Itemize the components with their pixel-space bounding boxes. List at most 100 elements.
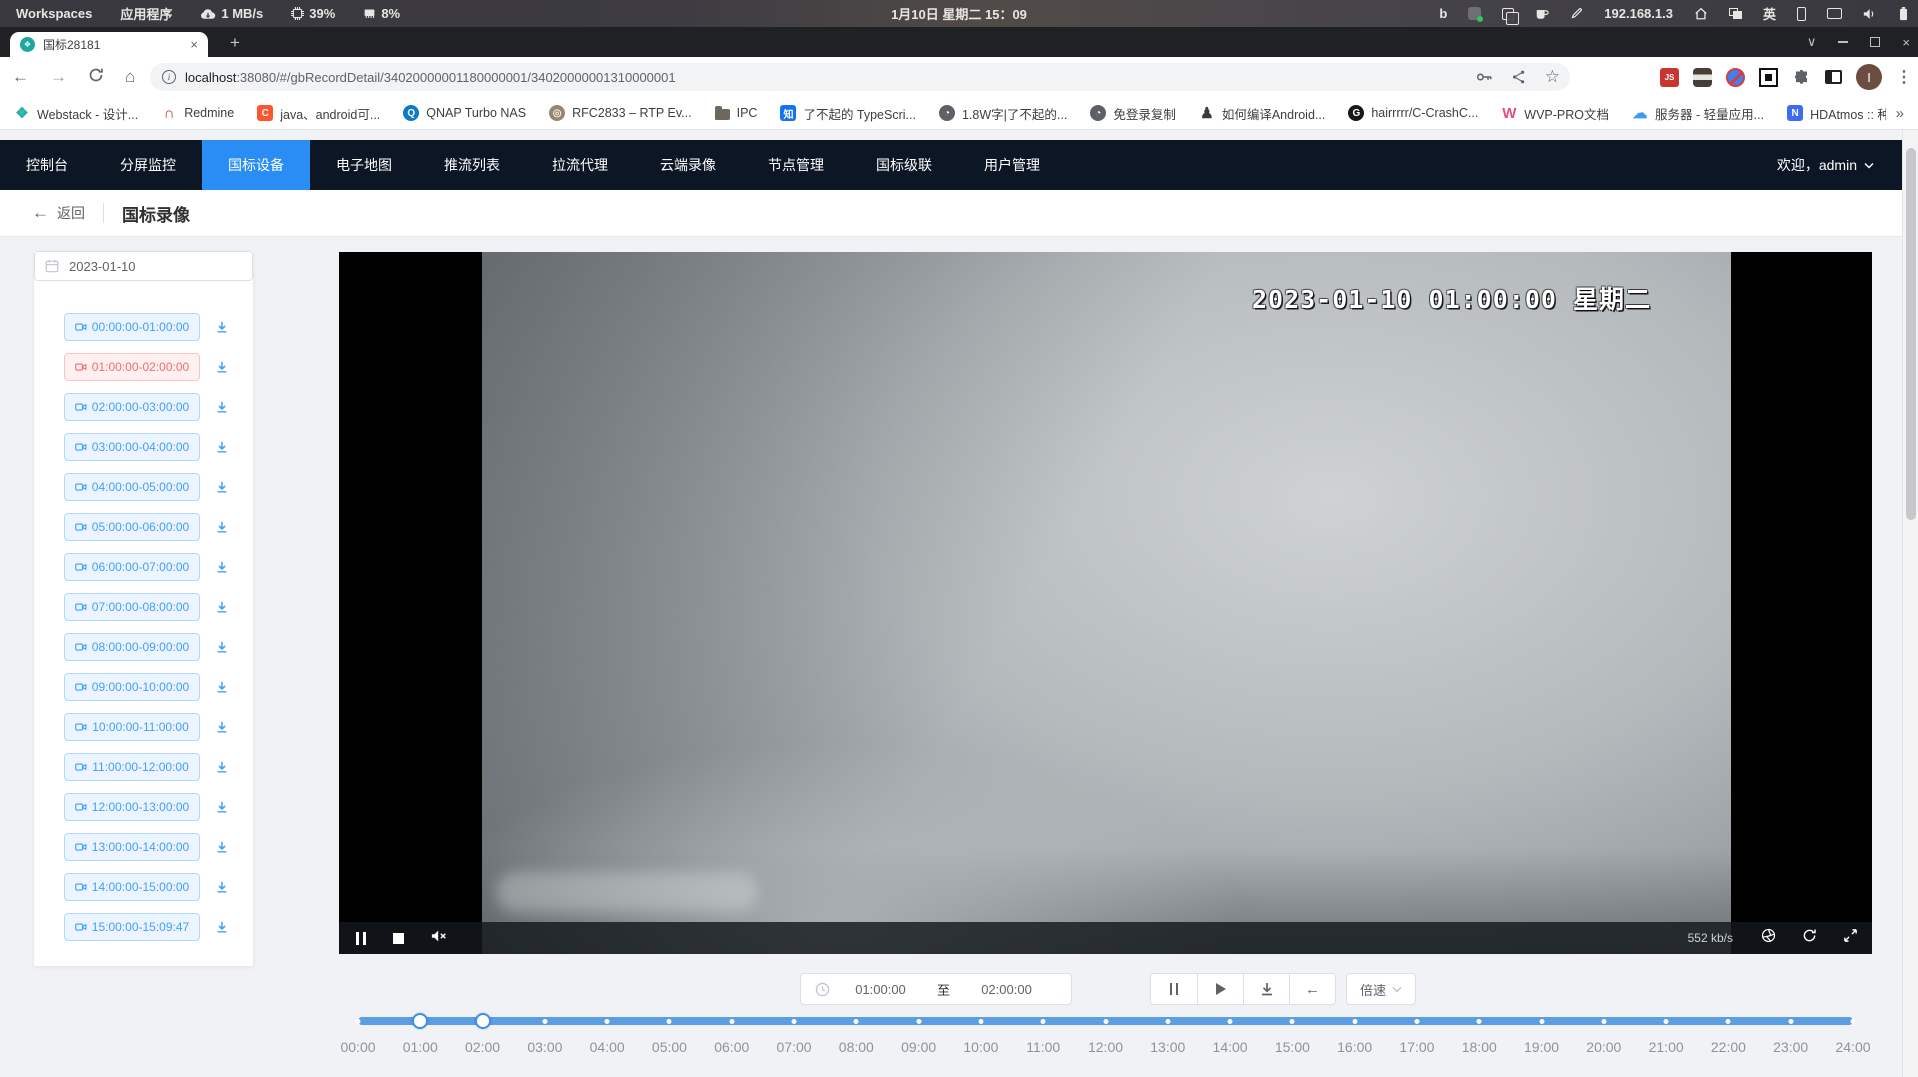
back-button[interactable]: ← 返回 [32,203,85,223]
bookmark-item[interactable]: ☁服务器 - 轻量应用... [1632,104,1764,123]
window-close-button[interactable]: × [1902,35,1910,50]
memory-indicator[interactable]: 8% [363,6,400,21]
segment-download-button[interactable] [215,600,229,614]
segment-download-button[interactable] [215,840,229,854]
profile-avatar[interactable]: I [1856,64,1882,90]
player-stop-button[interactable] [393,933,404,944]
workspaces-button[interactable]: Workspaces [16,6,92,21]
tab-close-button[interactable]: × [188,37,200,52]
nav-tab[interactable]: 推流列表 [418,140,526,190]
segment-download-button[interactable] [215,640,229,654]
segment-download-button[interactable] [215,880,229,894]
segment-download-button[interactable] [215,800,229,814]
fullscreen-button[interactable] [1843,928,1858,948]
monitor-icon[interactable] [1827,8,1842,19]
segment-button[interactable]: 00:00:00-01:00:00 [64,313,200,341]
timeline-track[interactable] [358,1017,1853,1025]
bookmark-item[interactable]: ◔免登录复制 [1090,104,1176,123]
playback-speed-button[interactable]: 倍速 [1346,973,1416,1005]
windows-stack-icon[interactable] [1729,8,1742,19]
new-tab-button[interactable]: + [222,31,248,55]
phone-icon[interactable] [1797,7,1806,21]
segment-button[interactable]: 01:00:00-02:00:00 [64,353,200,381]
date-picker-input[interactable]: 2023-01-10 [34,251,253,281]
coffee-icon[interactable] [1535,7,1549,20]
browser-tab[interactable]: ❖ 国标28181 × [10,32,208,57]
window-maximize-button[interactable] [1870,37,1880,47]
nav-tab[interactable]: 云端录像 [634,140,742,190]
segment-button[interactable]: 14:00:00-15:00:00 [64,873,200,901]
dark-square-extension-icon[interactable] [1759,68,1778,87]
extensions-puzzle-icon[interactable] [1792,68,1811,87]
segment-button[interactable]: 13:00:00-14:00:00 [64,833,200,861]
nav-tab[interactable]: 国标级联 [850,140,958,190]
bookmark-item[interactable]: ◎RFC2833 – RTP Ev... [549,105,692,121]
welcome-menu[interactable]: 欢迎，admin [1777,140,1874,190]
segment-download-button[interactable] [215,760,229,774]
segment-button[interactable]: 09:00:00-10:00:00 [64,673,200,701]
password-key-icon[interactable] [1475,68,1493,86]
segment-download-button[interactable] [215,400,229,414]
blocker-extension-icon[interactable] [1726,68,1745,87]
start-time-value[interactable]: 01:00:00 [830,982,931,997]
timeline-handle[interactable] [412,1013,428,1029]
bookmarks-overflow-button[interactable]: » [1886,105,1904,122]
bookmark-item[interactable]: Ghairrrrr/C-CrashC... [1348,105,1478,121]
cpu-indicator[interactable]: 39% [291,6,335,21]
segment-button[interactable]: 05:00:00-06:00:00 [64,513,200,541]
segment-download-button[interactable] [215,440,229,454]
segment-download-button[interactable] [215,320,229,334]
browser-menu-icon[interactable]: ⋮ [1896,67,1912,87]
ip-address-indicator[interactable]: 192.168.1.3 [1604,6,1673,21]
bing-tray-icon[interactable]: b [1439,6,1447,21]
timeline-handle[interactable] [475,1013,491,1029]
bookmark-item[interactable]: ♟如何编译Android... [1199,104,1326,123]
language-indicator[interactable]: 英 [1763,4,1776,23]
bookmark-item[interactable]: ◔1.8W字|了不起的... [939,104,1067,123]
adblock-robber-extension-icon[interactable] [1693,68,1712,87]
battery-icon[interactable] [1899,7,1908,21]
segment-button[interactable]: 10:00:00-11:00:00 [64,713,200,741]
nav-tab[interactable]: 节点管理 [742,140,850,190]
reading-list-icon[interactable] [1825,70,1842,84]
segment-button[interactable]: 07:00:00-08:00:00 [64,593,200,621]
player-mute-button[interactable] [431,929,448,948]
bookmark-item[interactable]: 知了不起的 TypeScri... [780,104,916,123]
bookmark-item[interactable]: ❖Webstack - 设计... [14,104,138,123]
segment-button[interactable]: 08:00:00-09:00:00 [64,633,200,661]
scrollbar-thumb[interactable] [1906,148,1916,520]
nav-tab[interactable]: 控制台 [0,140,94,190]
nav-tab[interactable]: 分屏监控 [94,140,202,190]
applications-button[interactable]: 应用程序 [120,4,172,23]
segment-download-button[interactable] [215,920,229,934]
bookmark-item[interactable]: NHDAtmos :: 种子 *... [1787,104,1886,123]
js-extension-icon[interactable]: JS [1660,68,1679,87]
site-info-icon[interactable]: i [162,70,176,84]
segment-button[interactable]: 02:00:00-03:00:00 [64,393,200,421]
segment-download-button[interactable] [215,520,229,534]
bookmark-item[interactable]: IPC [715,106,758,120]
nav-tab[interactable]: 电子地图 [310,140,418,190]
browser-forward-button[interactable]: → [50,67,67,87]
segment-download-button[interactable] [215,680,229,694]
color-picker-icon[interactable] [1570,7,1583,20]
screenshot-app-icon[interactable] [1468,7,1481,20]
bookmark-item[interactable]: ∩Redmine [161,105,234,121]
bookmark-star-icon[interactable]: ☆ [1545,67,1560,87]
segment-download-button[interactable] [215,360,229,374]
time-range-input[interactable]: 01:00:00 至 02:00:00 [800,973,1072,1005]
playback-pause-button[interactable] [1151,974,1197,1004]
share-icon[interactable] [1511,69,1527,85]
bookmark-item[interactable]: Cjava、android可... [257,104,380,123]
nav-tab[interactable]: 用户管理 [958,140,1066,190]
home-tray-icon[interactable] [1694,7,1708,20]
player-refresh-button[interactable] [1802,928,1817,948]
network-speed-indicator[interactable]: 1 MB/s [200,6,263,21]
playback-seek-back-button[interactable]: ← [1289,974,1335,1004]
bookmark-item[interactable]: WWVP-PRO文档 [1501,104,1609,123]
player-pause-button[interactable] [356,932,366,945]
segment-download-button[interactable] [215,560,229,574]
segment-button[interactable]: 15:00:00-15:09:47 [64,913,200,941]
address-bar[interactable]: i localhost:38080/#/gbRecordDetail/34020… [150,63,1570,91]
speaker-icon[interactable] [1863,8,1878,20]
